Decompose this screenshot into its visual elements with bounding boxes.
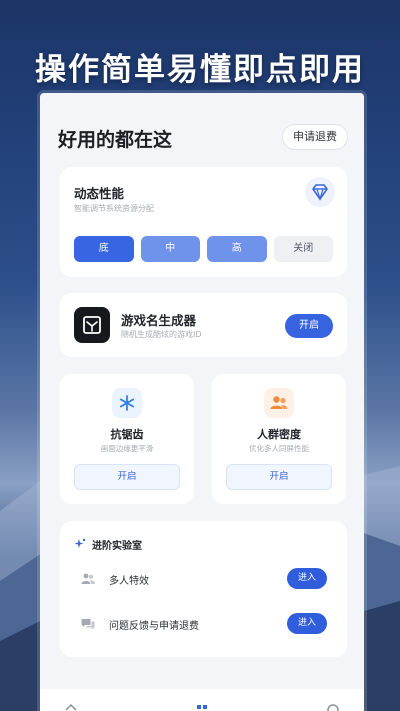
lab-item: 问题反馈与申请退费 进入 (80, 613, 327, 635)
crowd-density-enable-button[interactable]: 开启 (226, 464, 332, 490)
lab-title: 进阶实验室 (92, 540, 142, 552)
snowflake-icon (112, 388, 142, 418)
generator-title: 游戏名生成器 (121, 313, 197, 328)
people-icon (264, 388, 294, 418)
anti-alias-card: 抗锯齿 画面边缘更平滑 开启 (60, 374, 194, 504)
sparkle-icon (74, 535, 86, 554)
mode-off-button[interactable]: 关闭 (273, 236, 333, 262)
multiplayer-effects-enter-button[interactable]: 进入 (287, 568, 327, 589)
profile-nav-icon[interactable] (326, 702, 340, 711)
diamond-icon (305, 177, 335, 207)
crowd-density-card: 人群密度 优化多人同屏性能 开启 (212, 374, 346, 504)
lab-item-label: 问题反馈与申请退费 (109, 621, 199, 632)
performance-card: 动态性能 智能调节系统资源分配 底 中 高 关闭 (60, 167, 347, 277)
refund-button[interactable]: 申请退费 (282, 124, 348, 150)
feedback-refund-enter-button[interactable]: 进入 (287, 613, 327, 634)
lab-header: 进阶实验室 (74, 535, 142, 554)
advanced-lab-card: 进阶实验室 多人特效 进入 问题反馈与申请退费 进入 (60, 521, 347, 657)
crowd-density-title: 人群密度 (257, 428, 301, 441)
page-title: 好用的都在这 (58, 129, 173, 151)
box-logo-icon (74, 307, 110, 343)
app-screen: 好用的都在这 申请退费 动态性能 智能调节系统资源分配 底 中 高 关闭 游戏名… (40, 93, 364, 711)
bottom-navigation (40, 689, 364, 711)
performance-mode-selector: 底 中 高 关闭 (74, 236, 333, 262)
home-nav-icon[interactable] (64, 702, 78, 711)
mode-high-button[interactable]: 高 (207, 236, 267, 262)
crowd-density-subtitle: 优化多人同屏性能 (249, 444, 309, 453)
lab-item: 多人特效 进入 (80, 568, 327, 590)
generator-enable-button[interactable]: 开启 (285, 314, 333, 338)
mode-medium-button[interactable]: 中 (140, 236, 200, 262)
performance-subtitle: 智能调节系统资源分配 (74, 204, 154, 213)
performance-title: 动态性能 (74, 186, 125, 201)
generator-subtitle: 随机生成酷炫的游戏ID (121, 330, 202, 339)
tools-nav-icon[interactable] (195, 702, 209, 711)
anti-alias-title: 抗锯齿 (110, 428, 144, 441)
people-icon (80, 571, 96, 587)
chat-icon (80, 616, 96, 632)
generator-card: 游戏名生成器 随机生成酷炫的游戏ID 开启 (60, 293, 347, 357)
anti-alias-enable-button[interactable]: 开启 (74, 464, 180, 490)
lab-item-label: 多人特效 (109, 576, 149, 587)
top-bar: 好用的都在这 申请退费 (58, 124, 348, 153)
anti-alias-subtitle: 画面边缘更平滑 (100, 444, 154, 453)
mode-low-button[interactable]: 底 (74, 236, 134, 262)
headline: 操作简单易懂即点即用 (35, 52, 365, 88)
